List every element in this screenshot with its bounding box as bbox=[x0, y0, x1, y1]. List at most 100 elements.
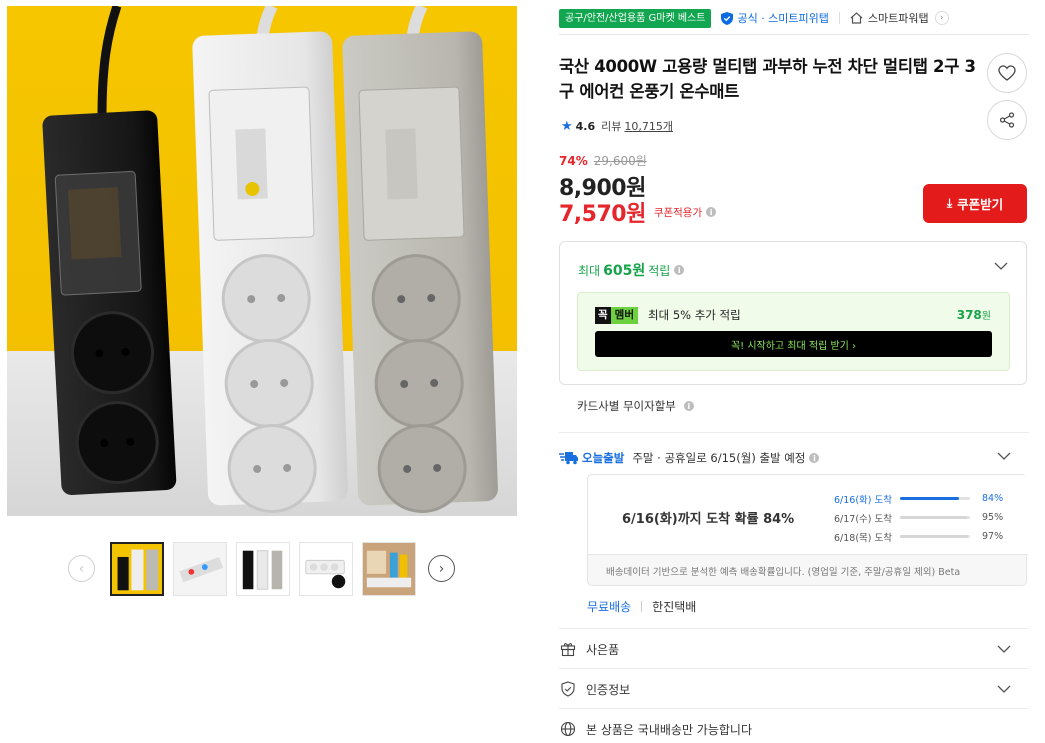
free-shipping-label: 무료배송 bbox=[587, 600, 632, 614]
share-button[interactable] bbox=[987, 100, 1027, 140]
thumbnail-4[interactable] bbox=[299, 542, 353, 596]
chevron-down-icon bbox=[997, 685, 1011, 693]
wishlist-button[interactable] bbox=[987, 53, 1027, 93]
main-product-image[interactable] bbox=[7, 6, 517, 516]
arrival-probability-headline: 6/16(화)까지 도착 확률 84% bbox=[622, 512, 795, 527]
info-icon[interactable]: i bbox=[683, 401, 694, 411]
chevron-down-icon[interactable] bbox=[997, 449, 1011, 463]
probability-percent: 97% bbox=[982, 531, 1004, 542]
discount-rate: 74% bbox=[559, 153, 588, 168]
rating-score: 4.6 bbox=[575, 119, 596, 133]
domestic-shipping-notice: 본 상품은 국내배송만 가능합니다 bbox=[559, 709, 1029, 743]
points-prefix: 최대 bbox=[578, 263, 601, 278]
heart-icon bbox=[998, 65, 1016, 81]
chevron-down-icon[interactable] bbox=[994, 259, 1008, 273]
coupon-button-label: 쿠폰받기 bbox=[957, 197, 1004, 212]
info-icon[interactable]: i bbox=[706, 207, 717, 217]
points-summary[interactable]: 최대 605원 적립 i bbox=[578, 260, 685, 280]
info-icon[interactable]: i bbox=[674, 265, 685, 275]
certification-label: 인증정보 bbox=[586, 682, 631, 697]
thumbnail-image bbox=[237, 543, 289, 595]
probability-item: 6/18(목) 도착 97% bbox=[834, 527, 1014, 546]
thumbnail-1[interactable] bbox=[110, 542, 164, 596]
store-link[interactable]: 스마트파워탭 › bbox=[850, 10, 949, 26]
member-benefit-text: 최대 5% 추가 적립 bbox=[648, 308, 741, 322]
probability-note: 배송데이터 기반으로 분석한 예측 배송확률입니다. (영업일 기준, 주말/공… bbox=[606, 567, 961, 578]
thumbnail-carousel: ‹ › bbox=[68, 542, 458, 596]
points-panel: 최대 605원 적립 i 꼭 멤버 최대 5% 추가 적립 378원 꼭! 시작… bbox=[559, 241, 1027, 385]
chevron-right-icon: › bbox=[934, 11, 949, 25]
probability-percent: 95% bbox=[982, 512, 1004, 523]
probability-percent: 84% bbox=[982, 493, 1004, 504]
share-icon bbox=[999, 112, 1015, 128]
domestic-shipping-label: 본 상품은 국내배송만 가능합니다 bbox=[586, 722, 753, 737]
probability-fill bbox=[900, 516, 967, 519]
installment-label: 카드사별 무이자할부 bbox=[577, 399, 676, 413]
courier-name: 한진택배 bbox=[652, 600, 697, 614]
gift-icon bbox=[560, 643, 576, 657]
certification-section[interactable]: 인증정보 bbox=[559, 669, 1029, 709]
thumbnail-2[interactable] bbox=[173, 542, 227, 596]
probability-list: 6/16(화) 도착 84% 6/17(수) 도착 95% 6/18(목) 도착… bbox=[834, 489, 1014, 546]
review-count-link[interactable]: 10,715개 bbox=[624, 118, 673, 134]
coupon-price: 7,570원 bbox=[559, 202, 646, 227]
probability-item: 6/16(화) 도착 84% bbox=[834, 489, 1014, 508]
info-icon[interactable]: i bbox=[809, 453, 820, 463]
thumbnail-image bbox=[174, 543, 226, 595]
divider bbox=[641, 601, 643, 612]
gift-section[interactable]: 사은품 bbox=[559, 629, 1029, 669]
star-icon: ★ bbox=[561, 118, 573, 134]
probability-main: 6/16(화)까지 도착 확률 84% 6/16(화) 도착 84% 6/17(… bbox=[588, 475, 1028, 555]
best-seller-badge[interactable]: 공구/안전/산업용품 G마켓 베스트 bbox=[559, 8, 712, 28]
member-logo: 꼭 멤버 bbox=[595, 307, 638, 324]
shield-check-icon bbox=[561, 681, 575, 697]
probability-fill bbox=[900, 497, 959, 500]
truck-icon bbox=[559, 452, 578, 465]
divider bbox=[559, 34, 1029, 35]
official-store-link[interactable]: 공식 · 스미트피위탭 bbox=[721, 10, 829, 26]
badge-row: 공구/안전/산업용품 G마켓 베스트 공식 · 스미트피위탭 스마트파워탭 › bbox=[559, 8, 1029, 28]
divider bbox=[838, 12, 840, 24]
discount-row: 74% 29,600원 bbox=[559, 152, 647, 169]
thumbnail-5[interactable] bbox=[362, 542, 416, 596]
globe-icon bbox=[560, 721, 576, 737]
thumbnail-image bbox=[112, 544, 162, 594]
installment-info: 카드사별 무이자할부 i bbox=[577, 398, 694, 414]
original-price: 29,600원 bbox=[593, 154, 647, 168]
coupon-price-label: 쿠폰적용가 bbox=[653, 206, 703, 219]
probability-bar bbox=[900, 497, 970, 500]
coupon-price-row: 7,570원 쿠폰적용가 i bbox=[559, 196, 717, 228]
shield-check-icon bbox=[721, 11, 734, 25]
rating-summary: ★ 4.6 리뷰 10,715개 bbox=[561, 118, 673, 134]
store-name: 스마트파워탭 bbox=[867, 12, 929, 25]
probability-bar bbox=[900, 516, 970, 519]
thumbnail-prev-button[interactable]: ‹ bbox=[68, 555, 95, 582]
chevron-down-icon bbox=[997, 645, 1011, 653]
member-benefit-amount: 378원 bbox=[957, 307, 991, 325]
member-logo-m: 멤버 bbox=[610, 307, 638, 324]
download-icon: ⤓ bbox=[946, 196, 953, 210]
gift-label: 사은품 bbox=[586, 642, 620, 657]
thumbnail-next-button[interactable]: › bbox=[428, 555, 455, 582]
delivery-summary: 오늘출발 주말 · 공휴일로 6/15(월) 출발 예정 i bbox=[559, 448, 1029, 468]
coupon-download-button[interactable]: ⤓ 쿠폰받기 bbox=[923, 184, 1027, 223]
thumbnail-3[interactable] bbox=[236, 542, 290, 596]
member-benefit-box: 꼭 멤버 최대 5% 추가 적립 378원 꼭! 시작하고 최대 적립 받기 › bbox=[577, 292, 1010, 371]
shipping-info: 무료배송 한진택배 bbox=[587, 598, 696, 615]
member-amount-unit: 원 bbox=[981, 311, 991, 322]
points-suffix: 적립 bbox=[648, 263, 671, 278]
delivery-probability-box: 6/16(화)까지 도착 확률 84% 6/16(화) 도착 84% 6/17(… bbox=[587, 474, 1028, 586]
review-label[interactable]: 리뷰 bbox=[601, 118, 621, 134]
divider bbox=[559, 432, 1029, 433]
probability-item: 6/17(수) 도착 95% bbox=[834, 508, 1014, 527]
power-strip-illustration bbox=[7, 6, 517, 516]
member-amount-value: 378 bbox=[956, 308, 982, 322]
chevron-right-icon: › bbox=[438, 560, 445, 577]
probability-bar bbox=[900, 535, 970, 538]
points-amount: 605원 bbox=[603, 263, 646, 279]
product-title: 국산 4000W 고용량 멀티탭 과부하 누전 차단 멀티탭 2구 3구 에어컨… bbox=[559, 57, 976, 101]
official-store-label: 공식 · 스미트피위탭 bbox=[737, 12, 829, 25]
member-signup-button[interactable]: 꼭! 시작하고 최대 적립 받기 › bbox=[595, 331, 992, 357]
probability-date: 6/17(수) 도착 bbox=[834, 513, 892, 525]
shipping-schedule: 주말 · 공휴일로 6/15(월) 출발 예정 bbox=[632, 451, 806, 465]
